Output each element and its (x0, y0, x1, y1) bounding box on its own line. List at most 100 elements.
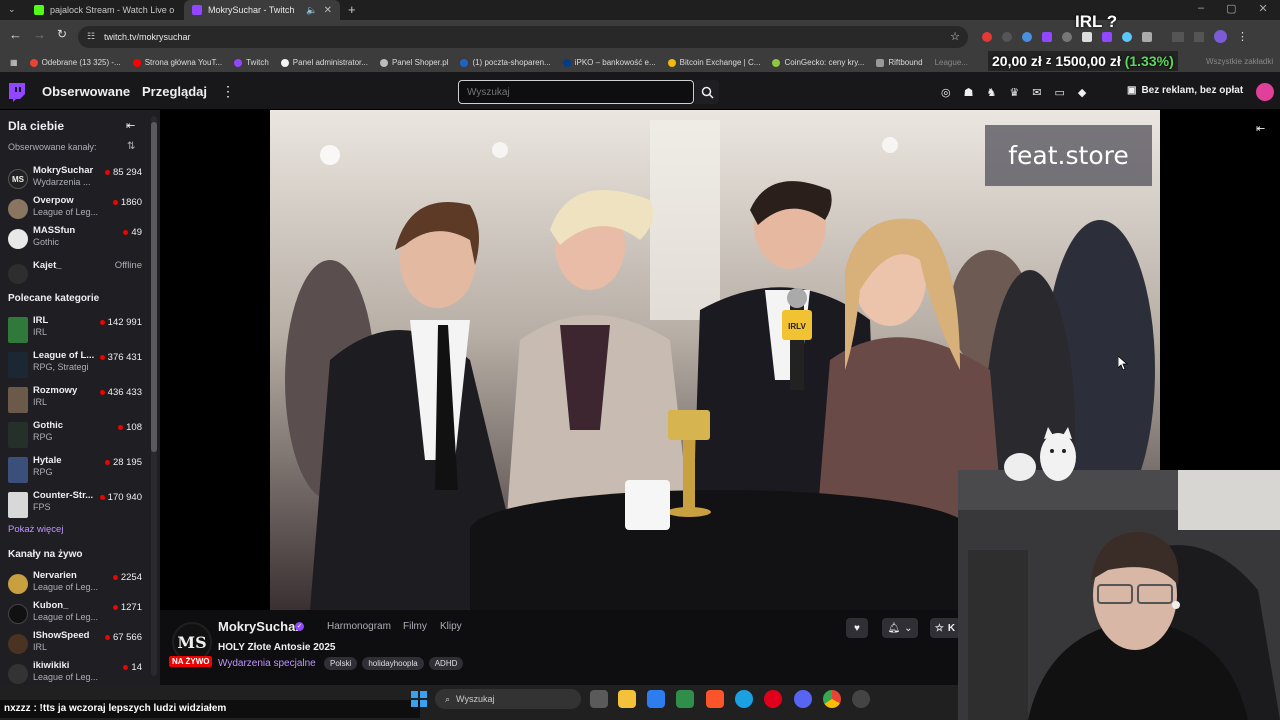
opera-icon[interactable] (764, 690, 782, 708)
bits-icon[interactable]: ◆ (1078, 86, 1086, 99)
tab-search-chevron-icon[interactable]: ⌄ (8, 4, 16, 15)
forward-icon[interactable]: → (33, 27, 46, 42)
tab-videos[interactable]: Filmy (403, 621, 427, 632)
subscribe-button[interactable]: ☆ K (930, 618, 960, 638)
community-icon[interactable]: ☗ (964, 86, 974, 99)
edge-icon[interactable] (735, 690, 753, 708)
scrollbar-thumb[interactable] (151, 122, 157, 452)
nav-browse[interactable]: Przeglądaj (142, 84, 207, 99)
sort-icon[interactable]: ⇅ (127, 141, 135, 152)
bookmark-shoper[interactable]: Panel Shoper.pl (374, 58, 455, 67)
extension-icon[interactable] (1082, 31, 1092, 42)
windows-start-icon[interactable] (411, 691, 427, 707)
sidebar-item-massfun[interactable]: MASSfun Gothic 49 (0, 225, 150, 255)
speaker-icon[interactable]: 🔈 (306, 5, 317, 16)
extension-icon[interactable] (1002, 31, 1012, 42)
sidebar-item-nervarien[interactable]: Nervarien League of Leg... 2254 (0, 570, 150, 600)
tag-holidayhoopla[interactable]: holidayhoopla (362, 657, 424, 670)
bell-icon: 🔔︎ (887, 622, 901, 634)
notifications-button[interactable]: 🔔︎ ⌄ (882, 618, 918, 638)
bookmark-admin-panel[interactable]: Panel administrator... (275, 58, 374, 67)
sidebar-category-gothic[interactable]: Gothic RPG 108 (0, 420, 150, 450)
bookmark-riftbound[interactable]: Riftbound (870, 58, 928, 67)
address-bar[interactable]: ☷ twitch.tv/mokrysuchar ☆ (78, 26, 968, 48)
category-tags: IRL (33, 327, 48, 337)
sidebar-item-kajet[interactable]: Kajet_ Offline (0, 260, 150, 290)
sidebar-category-irl[interactable]: IRL IRL 142 991 (0, 315, 150, 345)
brave-icon[interactable] (706, 690, 724, 708)
sidebar-item-kubon[interactable]: Kubon_ League of Leg... 1271 (0, 600, 150, 630)
minimize-icon[interactable]: – (1198, 2, 1204, 15)
sidebar-category-rozmowy[interactable]: Rozmowy IRL 436 433 (0, 385, 150, 415)
follow-heart-button[interactable]: ♥ (846, 618, 868, 638)
tag-polski[interactable]: Polski (324, 657, 358, 670)
stream-category-link[interactable]: Wydarzenia specjalne (218, 658, 316, 669)
extension-icon[interactable] (1102, 31, 1112, 42)
apps-grid-icon[interactable]: ▦ (0, 58, 24, 67)
store-icon[interactable] (647, 690, 665, 708)
tab-mokrysuchar[interactable]: MokrySuchar - Twitch 🔈 ✕ (184, 0, 340, 20)
tab-search-icon[interactable] (1172, 31, 1184, 42)
nav-following[interactable]: Obserwowane (42, 84, 130, 99)
task-view-icon[interactable] (590, 690, 608, 708)
downloads-icon[interactable] (1194, 31, 1204, 42)
close-window-icon[interactable]: ✕ (1259, 2, 1268, 15)
tab-schedule[interactable]: Harmonogram (327, 621, 391, 632)
maximize-icon[interactable]: ▢ (1226, 2, 1236, 15)
whispers-icon[interactable]: ▭ (1054, 86, 1064, 99)
bookmark-twitch[interactable]: Twitch (228, 58, 275, 67)
discord-icon[interactable] (794, 690, 812, 708)
sidebar-item-overpow[interactable]: Overpow League of Leg... 1860 (0, 195, 150, 225)
chrome-icon[interactable] (823, 690, 841, 708)
all-bookmarks[interactable]: Wszystkie zakładki (1206, 57, 1273, 66)
tab-pajalock[interactable]: pajalock Stream - Watch Live o ✕ (26, 0, 178, 20)
extension-icon[interactable] (1062, 31, 1072, 42)
bookmark-coingecko[interactable]: CoinGecko: ceny kry... (766, 58, 870, 67)
extensions-puzzle-icon[interactable] (1142, 31, 1152, 42)
extension-icon[interactable] (982, 31, 992, 42)
bookmark-star-icon[interactable]: ☆ (950, 30, 960, 43)
sidebar-item-ishowspeed[interactable]: IShowSpeed IRL 67 566 (0, 630, 150, 660)
twitch-logo-icon[interactable] (8, 83, 25, 102)
extension-icon[interactable] (1042, 31, 1052, 42)
new-tab-button[interactable]: + (348, 2, 356, 17)
extension-icon[interactable] (1122, 31, 1132, 42)
user-avatar[interactable] (1256, 83, 1274, 101)
drops-icon[interactable]: ◎ (941, 86, 951, 99)
sidebar-category-counter-strike[interactable]: Counter-Str... FPS 170 940 (0, 490, 150, 520)
back-icon[interactable]: ← (9, 27, 22, 42)
sidebar-scrollbar[interactable] (151, 116, 157, 676)
bookmark-bitcoin[interactable]: Bitcoin Exchange | C... (662, 58, 767, 67)
more-dots-icon[interactable]: ⋮ (221, 83, 235, 100)
bookmark-youtube[interactable]: Strona główna YouT... (127, 58, 228, 67)
sidebar-category-hytale[interactable]: Hytale RPG 28 195 (0, 455, 150, 485)
bookmark-poczta[interactable]: (1) poczta-shoparen... (454, 58, 556, 67)
sidebar-category-league[interactable]: League of L... RPG, Strategi 376 431 (0, 350, 150, 380)
turbo-button[interactable]: ▣ Bez reklam, bez opłat (1127, 85, 1243, 96)
extension-icon[interactable] (1022, 31, 1032, 42)
site-info-icon[interactable]: ☷ (87, 31, 95, 42)
close-icon[interactable]: ✕ (324, 5, 332, 16)
reload-icon[interactable]: ↻ (57, 27, 67, 41)
profile-avatar[interactable] (1214, 30, 1227, 43)
obs-icon[interactable] (852, 690, 870, 708)
bookmark-ipko[interactable]: iPKO – bankowość e... (557, 58, 662, 67)
inbox-icon[interactable]: ✉ (1032, 86, 1041, 99)
bookmark-gmail[interactable]: Odebrane (13 325) -... (24, 58, 127, 67)
sidebar-item-mokrysuchar[interactable]: MS MokrySuchar Wydarzenia ... 85 294 (0, 165, 150, 195)
tag-adhd[interactable]: ADHD (428, 657, 464, 670)
search-button[interactable] (695, 80, 719, 104)
tab-clips[interactable]: Klipy (440, 621, 462, 632)
taskbar-search[interactable]: ⌕ Wyszukaj (435, 689, 581, 709)
file-explorer-icon[interactable] (618, 690, 636, 708)
show-more-link[interactable]: Pokaż więcej (8, 524, 63, 535)
app-icon[interactable] (676, 690, 694, 708)
channel-name[interactable]: MokrySuchar (218, 619, 300, 634)
search-input[interactable] (458, 80, 694, 104)
bookmark-league[interactable]: League... (929, 58, 974, 67)
collapse-sidebar-icon[interactable]: ⇤ (126, 119, 135, 132)
prime-icon[interactable]: ♞ (986, 86, 996, 99)
crown-icon[interactable]: ♛ (1009, 86, 1019, 99)
menu-dots-icon[interactable]: ⋮ (1237, 30, 1248, 43)
expand-chat-icon[interactable]: ⇤ (1256, 122, 1265, 135)
